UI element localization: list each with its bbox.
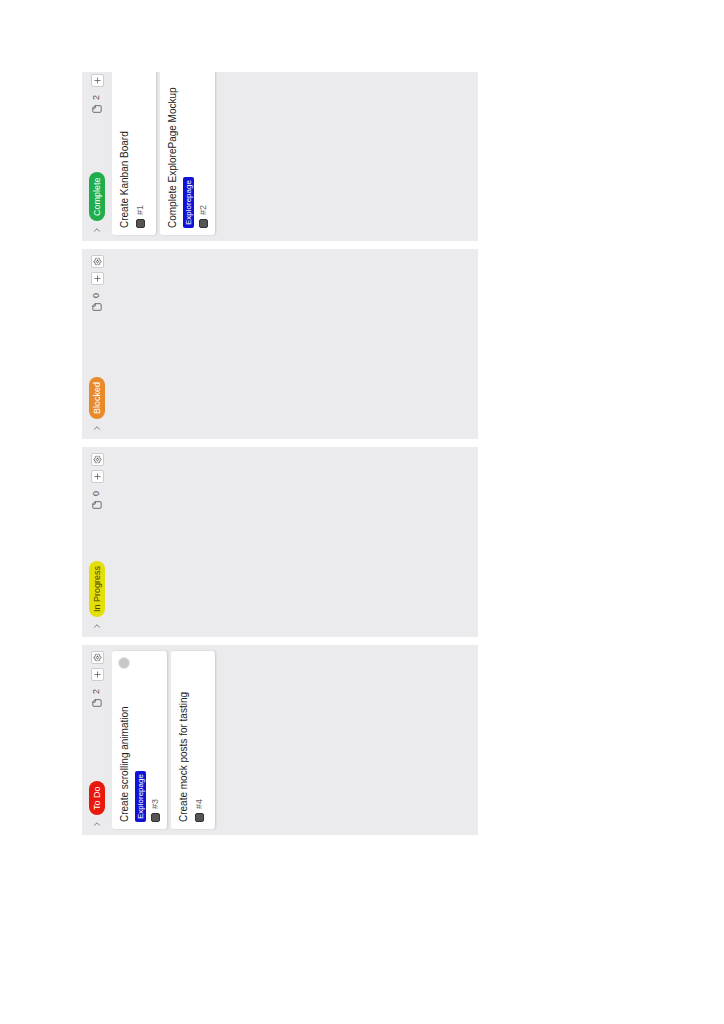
board-column: Complete 2 Create Kanban Board #1 Complete E… — [82, 72, 478, 241]
collapse-icon[interactable] — [92, 225, 102, 235]
card-title: Create mock posts for tasting — [177, 658, 190, 822]
column-count: 2 — [90, 689, 104, 694]
task-card[interactable]: Create mock posts for tasting #4 — [171, 651, 215, 829]
issue-icon — [136, 219, 145, 228]
plus-icon — [93, 274, 102, 283]
collapse-icon[interactable] — [92, 819, 102, 829]
settings-button[interactable] — [91, 651, 104, 664]
page: To Do 2 Create scrolling animation Explorep… — [0, 0, 724, 1024]
rotated-frame: To Do 2 Create scrolling animation Explorep… — [82, 72, 478, 835]
task-card[interactable]: Complete ExplorePage Mockup Explorepage #2 — [160, 72, 215, 235]
collapse-icon[interactable] — [92, 423, 102, 433]
board-column: To Do 2 Create scrolling animation Explorep… — [82, 645, 478, 835]
count-icon — [92, 104, 102, 114]
add-button[interactable] — [91, 470, 104, 483]
plus-icon — [93, 472, 102, 481]
task-card[interactable]: Create Kanban Board #1 — [112, 72, 156, 235]
card-number: #1 — [135, 205, 146, 215]
card-number: #2 — [198, 205, 209, 215]
issue-icon — [151, 813, 160, 822]
add-button[interactable] — [91, 74, 104, 87]
settings-button[interactable] — [91, 255, 104, 268]
plus-icon — [93, 76, 102, 85]
count-icon — [92, 500, 102, 510]
task-card[interactable]: Create scrolling animation Explorepage #3 — [112, 651, 167, 829]
card-title: Create scrolling animation — [118, 658, 131, 822]
board-column: Blocked 0 — [82, 249, 478, 439]
column-count: 0 — [90, 491, 104, 496]
add-button[interactable] — [91, 272, 104, 285]
card-number: #4 — [194, 799, 205, 809]
board-column: In Progress 0 — [82, 447, 478, 637]
card-title: Create Kanban Board — [118, 72, 131, 228]
column-count: 2 — [90, 95, 104, 100]
card-tag: Explorepage — [135, 771, 146, 822]
issue-icon — [195, 813, 204, 822]
add-button[interactable] — [91, 668, 104, 681]
column-status-pill[interactable]: In Progress — [89, 561, 105, 617]
count-icon — [92, 698, 102, 708]
column-status-pill[interactable]: To Do — [89, 781, 105, 815]
settings-button[interactable] — [91, 453, 104, 466]
assignee-avatar[interactable] — [118, 657, 130, 669]
column-status-pill[interactable]: Blocked — [89, 377, 105, 419]
card-tag: Explorepage — [183, 177, 194, 228]
card-number: #3 — [150, 799, 161, 809]
column-status-pill[interactable]: Complete — [89, 172, 105, 221]
column-count: 0 — [90, 293, 104, 298]
plus-icon — [93, 670, 102, 679]
kanban-board: To Do 2 Create scrolling animation Explorep… — [82, 72, 478, 835]
count-icon — [92, 302, 102, 312]
gear-icon — [93, 257, 102, 266]
collapse-icon[interactable] — [92, 621, 102, 631]
issue-icon — [199, 219, 208, 228]
card-title: Complete ExplorePage Mockup — [166, 72, 179, 228]
gear-icon — [93, 455, 102, 464]
gear-icon — [93, 653, 102, 662]
